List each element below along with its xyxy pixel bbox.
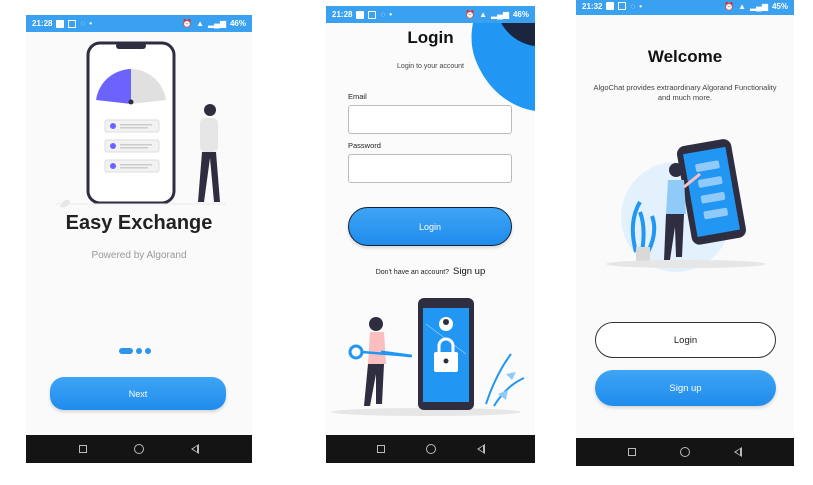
recents-icon[interactable] bbox=[628, 448, 636, 456]
notification-icon bbox=[618, 2, 627, 10]
next-button[interactable]: Next bbox=[50, 377, 226, 410]
password-field[interactable] bbox=[348, 154, 512, 183]
chat-illustration bbox=[606, 139, 766, 272]
status-bar: 21:28 ◌ • ⏰ ▲ ▂▄▆ 46% bbox=[26, 15, 252, 32]
nav-bar bbox=[326, 435, 535, 463]
notification-icon bbox=[356, 10, 365, 19]
page-dot bbox=[136, 348, 142, 354]
login-button[interactable]: Login bbox=[595, 322, 776, 358]
notification-icon bbox=[56, 19, 65, 28]
login-screen: 21:28 ◌ • ⏰ ▲ ▂▄▆ 46% Login Login to you… bbox=[326, 6, 535, 463]
alarm-icon: ⏰ bbox=[182, 19, 193, 28]
status-time: 21:32 bbox=[582, 1, 603, 11]
password-label: Password bbox=[348, 141, 381, 150]
no-account-text: Don't have an account? bbox=[375, 269, 450, 276]
welcome-screen: 21:32 ◌ • ⏰ ▲ ▂▄▆ 45% Welcome AlgoChat p… bbox=[576, 0, 794, 466]
notification-icon: ◌ bbox=[630, 1, 636, 11]
back-icon[interactable] bbox=[476, 444, 485, 454]
nav-bar bbox=[576, 438, 794, 466]
alarm-icon: ⏰ bbox=[465, 10, 476, 19]
page-description: AlgoChat provides extraordinary Algorand… bbox=[593, 83, 777, 102]
dot-icon: • bbox=[89, 19, 93, 28]
page-subtitle: Powered by Algorand bbox=[91, 250, 187, 261]
login-button[interactable]: Login bbox=[348, 207, 512, 246]
phone-illustration bbox=[56, 41, 226, 208]
notification-icon: ◌ bbox=[380, 10, 386, 19]
dot-icon: • bbox=[639, 1, 643, 11]
signal-icon: ▂▄▆ bbox=[491, 10, 509, 19]
page-title: Welcome bbox=[647, 47, 723, 66]
email-field[interactable] bbox=[348, 105, 512, 134]
page-subtitle: Login to your account bbox=[397, 63, 464, 70]
recents-icon[interactable] bbox=[376, 445, 385, 453]
notification-icon bbox=[368, 10, 377, 19]
wifi-icon: ▲ bbox=[738, 1, 746, 11]
status-time: 21:28 bbox=[332, 10, 353, 19]
battery-level: 46% bbox=[512, 10, 529, 19]
status-bar: 21:32 ◌ • ⏰ ▲ ▂▄▆ 45% bbox=[576, 0, 794, 15]
back-icon[interactable] bbox=[190, 444, 199, 454]
page-title: Login bbox=[407, 28, 454, 47]
signup-button[interactable]: Sign up bbox=[595, 370, 776, 406]
security-illustration bbox=[331, 298, 525, 416]
dot-icon: • bbox=[389, 10, 393, 19]
status-time: 21:28 bbox=[32, 19, 53, 28]
signup-link[interactable]: Sign up bbox=[453, 266, 485, 277]
page-indicator bbox=[119, 348, 151, 354]
onboarding-screen: 21:28 ◌ • ⏰ ▲ ▂▄▆ 46% Easy Exchange Powe… bbox=[26, 15, 252, 463]
status-bar: 21:28 ◌ • ⏰ ▲ ▂▄▆ 46% bbox=[326, 6, 535, 23]
battery-level: 46% bbox=[229, 19, 246, 28]
nav-bar bbox=[26, 435, 252, 463]
recents-icon[interactable] bbox=[79, 445, 88, 453]
signup-prompt: Don't have an account? Sign up bbox=[326, 266, 535, 277]
home-icon[interactable] bbox=[680, 447, 690, 457]
notification-icon bbox=[68, 19, 77, 28]
battery-level: 45% bbox=[771, 1, 788, 11]
wifi-icon: ▲ bbox=[196, 19, 204, 28]
email-label: Email bbox=[348, 92, 367, 101]
signal-icon: ▂▄▆ bbox=[750, 1, 768, 11]
alarm-icon: ⏰ bbox=[724, 1, 735, 11]
home-icon[interactable] bbox=[425, 444, 436, 454]
page-title: Easy Exchange bbox=[65, 212, 213, 234]
page-dot bbox=[145, 348, 151, 354]
signal-icon: ▂▄▆ bbox=[208, 19, 226, 28]
home-icon[interactable] bbox=[133, 444, 144, 454]
notification-icon bbox=[606, 2, 615, 10]
notification-icon: ◌ bbox=[80, 19, 86, 28]
wifi-icon: ▲ bbox=[479, 10, 487, 19]
stage: 21:28 ◌ • ⏰ ▲ ▂▄▆ 46% Easy Exchange Powe… bbox=[0, 0, 813, 485]
back-icon[interactable] bbox=[734, 447, 742, 457]
page-dot-active bbox=[119, 348, 133, 354]
